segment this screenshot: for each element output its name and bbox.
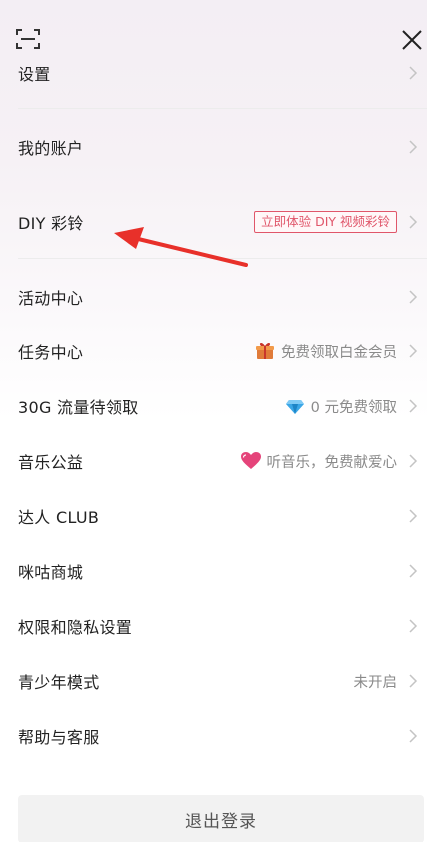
menu-item-label: 活动中心 [18,289,84,308]
chevron-right-icon [409,729,418,743]
hint-container: 听音乐，免费献爱心 [240,451,398,472]
chevron-right-icon [409,66,418,80]
divider [18,108,427,109]
chevron-right-icon [409,454,418,468]
promo-badge[interactable]: 立即体验 DIY 视频彩铃 [254,211,397,233]
task-hint: 免费领取白金会员 [281,344,397,361]
menu-item-label: 设置 [18,65,51,84]
menu-item-label: DIY 彩铃 [18,214,84,233]
menu-item-music-charity[interactable]: 音乐公益 听音乐，免费献爱心 [0,436,427,486]
hint-container: 免费领取白金会员 [255,341,397,362]
menu-item-label: 任务中心 [18,343,84,362]
menu-item-data-traffic[interactable]: 30G 流量待领取 0 元免费领取 [0,381,427,431]
charity-hint: 听音乐，免费献爱心 [266,454,398,471]
divider [18,258,427,259]
chevron-right-icon [409,399,418,413]
menu-item-teen-mode[interactable]: 青少年模式 未开启 [0,656,427,706]
chevron-right-icon [409,140,418,154]
menu-item-settings[interactable]: 设置 [0,48,427,98]
menu-item-task-center[interactable]: 任务中心 免费领取白金会员 [0,326,427,376]
chevron-right-icon [409,619,418,633]
menu-item-activity-center[interactable]: 活动中心 [0,272,427,322]
chevron-right-icon [409,344,418,358]
menu-item-migu-mall[interactable]: 咪咕商城 [0,546,427,596]
chevron-right-icon [409,290,418,304]
chevron-right-icon [409,564,418,578]
teen-mode-status: 未开启 [353,674,398,691]
menu-item-my-account[interactable]: 我的账户 [0,122,427,172]
chevron-right-icon [409,674,418,688]
hint-container: 未开启 [354,671,398,692]
traffic-hint: 0 元免费领取 [310,399,397,416]
menu-item-label: 权限和隐私设置 [18,618,133,637]
menu-item-talent-club[interactable]: 达人 CLUB [0,491,427,541]
menu-item-privacy-settings[interactable]: 权限和隐私设置 [0,601,427,651]
logout-button[interactable]: 退出登录 [18,795,424,842]
chevron-right-icon [409,215,418,229]
promo-container: 立即体验 DIY 视频彩铃 [254,211,397,233]
menu-item-label: 我的账户 [18,139,84,158]
menu-item-help-support[interactable]: 帮助与客服 [0,711,427,761]
menu-item-diy-ringtone[interactable]: DIY 彩铃 立即体验 DIY 视频彩铃 [0,197,427,247]
hint-container: 0 元免费领取 [285,396,397,417]
chevron-right-icon [409,509,418,523]
diamond-icon [285,400,304,414]
heart-icon [240,452,261,469]
menu-item-label: 帮助与客服 [18,728,100,747]
menu-item-label: 咪咕商城 [18,563,84,582]
menu-item-label: 青少年模式 [18,673,100,692]
menu-item-label: 音乐公益 [18,453,84,472]
menu-item-label: 30G 流量待领取 [18,398,139,417]
gift-icon [256,342,274,359]
menu-item-label: 达人 CLUB [18,508,100,527]
